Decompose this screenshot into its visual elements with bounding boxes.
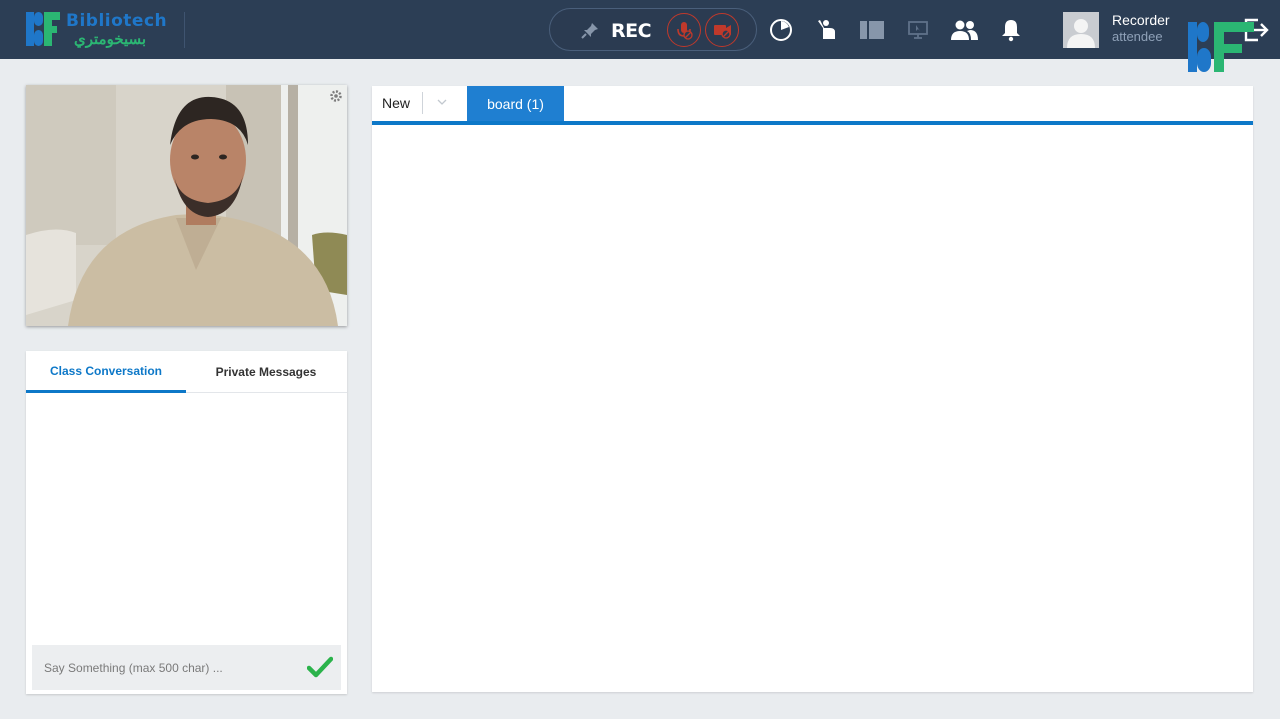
send-check-icon[interactable] xyxy=(306,655,334,679)
tab-class-conversation[interactable]: Class Conversation xyxy=(26,351,186,393)
layout-icon[interactable] xyxy=(859,17,885,43)
board-tabs: New board (1) xyxy=(372,86,1253,122)
chat-panel: Class Conversation Private Messages xyxy=(26,351,347,694)
rec-button[interactable]: REC xyxy=(611,20,652,42)
chevron-down-icon[interactable] xyxy=(436,95,448,107)
mic-off-icon[interactable] xyxy=(667,13,701,47)
screen-share-icon[interactable] xyxy=(905,17,931,43)
chat-input-bar xyxy=(32,645,341,690)
users-icon[interactable] xyxy=(949,17,979,43)
new-board-button[interactable]: New xyxy=(372,86,462,120)
new-separator xyxy=(422,92,423,114)
webcam-video xyxy=(26,85,347,326)
user-name: Recorder xyxy=(1112,12,1170,28)
user-role: attendee xyxy=(1112,29,1163,44)
raise-hand-icon[interactable] xyxy=(813,17,839,43)
chat-tabs: Class Conversation Private Messages xyxy=(26,351,347,393)
camera-off-icon[interactable] xyxy=(705,13,739,47)
bell-icon[interactable] xyxy=(998,17,1024,43)
avatar[interactable] xyxy=(1063,12,1099,48)
webcam-feed xyxy=(26,85,347,326)
new-board-label: New xyxy=(382,95,411,111)
chat-message-input[interactable] xyxy=(32,645,302,690)
top-bar: Bibliotech بسيخومتري REC Recorder attend… xyxy=(0,0,1280,59)
logo-mark-icon xyxy=(26,12,60,46)
logo-subtitle: بسيخومتري xyxy=(74,31,147,48)
timer-icon[interactable] xyxy=(768,17,794,43)
gear-icon[interactable] xyxy=(329,89,343,103)
tab-board-1[interactable]: board (1) xyxy=(467,86,564,122)
pin-icon[interactable] xyxy=(580,21,600,41)
logo-name: Bibliotech xyxy=(66,11,168,31)
tab-private-messages[interactable]: Private Messages xyxy=(186,351,346,393)
whiteboard-panel: New board (1) xyxy=(372,86,1253,692)
whiteboard-canvas[interactable] xyxy=(372,125,1253,692)
app-logo: Bibliotech بسيخومتري xyxy=(22,8,172,52)
header-divider xyxy=(184,12,185,48)
watermark-logo-icon xyxy=(1188,22,1254,72)
